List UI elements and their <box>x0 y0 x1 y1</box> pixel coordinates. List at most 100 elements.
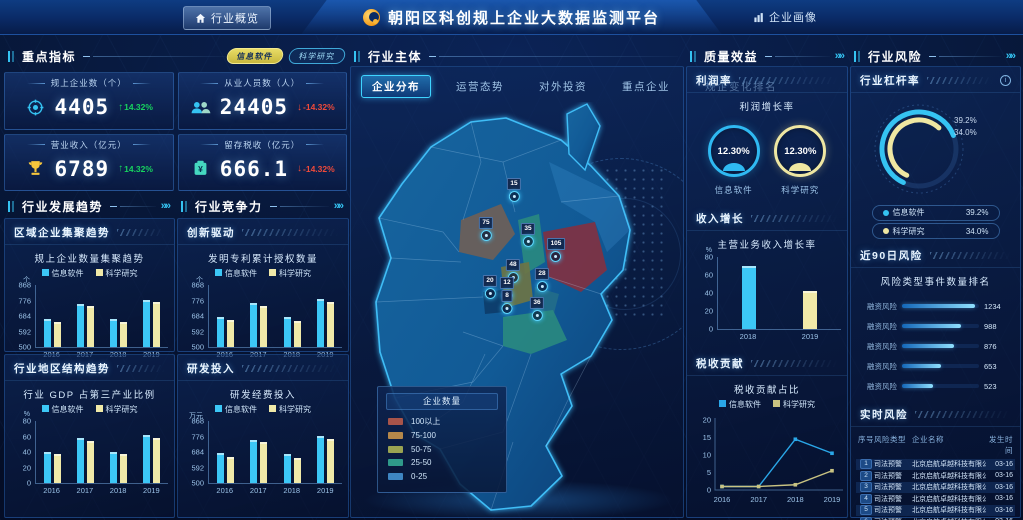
panel-enterprise-map: 企业分布运营态势对外投资重点企业规企变化排名 <box>350 66 684 518</box>
svg-text:2017: 2017 <box>750 495 767 504</box>
map-marker[interactable]: 36 <box>530 297 544 321</box>
chart-patents: 发明专利累计授权数量信息软件科学研究个868776684592500201620… <box>178 245 348 359</box>
y-tick-label: 80 <box>705 253 713 261</box>
chart-title: 行业 GDP 占第三产业比例 <box>11 387 168 401</box>
chart-tax-contribution: 税收贡献占比信息软件科学研究 20151050%2016201720182019 <box>687 376 847 511</box>
hatch-decoration-icon <box>242 229 339 236</box>
kpi-card-label: 从业人员数（人） <box>185 77 341 89</box>
bar <box>217 453 224 483</box>
map-legend-item: 25-50 <box>388 458 496 467</box>
leverage-gauge: 39.2%34.0%信息软件39.2%科学研究34.0% <box>857 93 1014 242</box>
info-icon[interactable] <box>1000 75 1011 86</box>
tab-运营态势[interactable]: 运营态势 <box>446 76 514 97</box>
time-cell: 03-16 <box>986 484 1013 491</box>
section-ornament-icon <box>854 51 862 62</box>
legend-swatch-icon <box>96 405 103 412</box>
map-marker[interactable]: 105 <box>547 238 565 262</box>
bar-group <box>102 319 135 347</box>
kpi-card-label: 规上企业数（个） <box>11 77 167 89</box>
map-marker[interactable]: 35 <box>521 223 535 247</box>
donut-label: 科学研究 <box>781 184 819 196</box>
section-ornament-icon <box>690 51 698 62</box>
tab-企业分布[interactable]: 企业分布 <box>361 75 431 98</box>
section-header-quality: 质量效益 <box>690 46 846 66</box>
chart-legend: 信息软件科学研究 <box>184 268 342 279</box>
chart-legend: 信息软件科学研究 <box>693 399 841 410</box>
x-tick-label: 2019 <box>779 330 841 341</box>
expand-icon[interactable] <box>334 200 345 212</box>
chart-title: 税收贡献占比 <box>693 382 841 396</box>
map-marker[interactable]: 20 <box>483 275 497 299</box>
recent-risk-section: 近90日风险 风险类型事件数量排名融资风险1234融资风险988融资风险876融… <box>851 242 1020 401</box>
map-marker[interactable]: 15 <box>507 178 521 202</box>
table-header-row: 序号风险类型企业名称发生时间 <box>856 431 1015 459</box>
section-line <box>83 56 227 57</box>
hbar-fill <box>902 304 975 308</box>
map-marker[interactable]: 8 <box>502 290 513 314</box>
kpi-filter-inactive[interactable]: 科学研究 <box>287 48 346 64</box>
map-legend-item: 50-75 <box>388 445 496 454</box>
chart-title: 主营业务收入增长率 <box>693 237 841 251</box>
nav-industry-overview[interactable]: 行业概览 <box>183 6 271 30</box>
map-marker[interactable]: 75 <box>479 217 493 241</box>
expand-icon[interactable] <box>1006 50 1017 62</box>
expand-icon[interactable] <box>835 50 846 62</box>
panel-rd-investment: 研发投入 研发经费投入信息软件科学研究万元8687766845925002016… <box>177 354 349 518</box>
arrow-down-icon: ↓ <box>297 102 302 113</box>
bar-group <box>209 453 242 483</box>
table-header-cell: 发生时间 <box>986 434 1013 456</box>
bar-group <box>718 266 780 329</box>
y-tick-label: 500 <box>18 343 31 351</box>
chart-legend: 信息软件科学研究 <box>11 404 168 415</box>
nav-label: 行业概览 <box>211 10 259 26</box>
bar <box>327 302 334 347</box>
map-marker[interactable]: 28 <box>535 268 549 292</box>
panel-subheader: 行业地区结构趋势 <box>5 355 174 381</box>
panel-subtitle: 税收贡献 <box>696 356 744 371</box>
panel-subheader: 区域企业集聚趋势 <box>5 219 174 245</box>
kpi-card-delta-value: 14.32% <box>124 164 153 174</box>
hatch-decoration-icon <box>739 77 838 84</box>
panel-subheader: 收入增长 <box>687 205 847 231</box>
legend-swatch-icon <box>269 269 276 276</box>
time-cell: 03-16 <box>986 461 1013 468</box>
x-tick-label: 2016 <box>208 484 242 495</box>
tab-重点企业[interactable]: 重点企业 <box>612 76 680 97</box>
hatch-decoration-icon <box>117 365 165 372</box>
kpi-filter-group: 信息软件科学研究 <box>227 48 345 64</box>
y-tick-label: 0 <box>709 325 713 333</box>
legend-swatch-icon <box>388 446 403 453</box>
bar <box>44 319 51 347</box>
expand-icon[interactable] <box>161 200 172 212</box>
legend-swatch-icon <box>42 269 49 276</box>
hatch-decoration-icon <box>927 77 993 84</box>
marker-value: 15 <box>507 178 521 190</box>
y-axis: %806040200 <box>11 421 35 483</box>
income-section: 收入增长 主营业务收入增长率%80604020020182019 <box>687 205 847 341</box>
line-plot: 20151050%2016201720182019 <box>693 414 847 506</box>
bar <box>284 454 291 483</box>
app-title-bar: 朝阳区科创规上企业大数据监测平台 <box>302 0 722 34</box>
nav-enterprise-portrait[interactable]: 企业画像 <box>742 6 828 28</box>
legend-label: 100以上 <box>411 416 440 427</box>
legend-item: 科学研究 <box>269 404 311 415</box>
y-tick-label: 684 <box>191 448 204 456</box>
bar-group <box>209 317 242 347</box>
y-tick-label: 20 <box>705 307 713 315</box>
y-tick-label: 20 <box>23 464 31 472</box>
legend-swatch-icon <box>719 400 726 407</box>
table-body: 1司法预警北京启航卓越科技有限公司03-162司法预警北京启航卓越科技有限公司0… <box>856 459 1015 520</box>
hatch-decoration-icon <box>242 365 339 372</box>
tab-对外投资[interactable]: 对外投资 <box>529 76 597 97</box>
marker-value: 8 <box>502 290 513 302</box>
section-title: 行业竞争力 <box>195 198 263 215</box>
hbar-track <box>902 364 979 368</box>
kpi-filter-active[interactable]: 信息软件 <box>225 48 284 64</box>
x-tick-label: 2018 <box>275 484 309 495</box>
chart-rd-spending: 研发经费投入信息软件科学研究万元868776684592500201620172… <box>178 381 348 517</box>
chart-legend: 信息软件科学研究 <box>184 404 342 415</box>
bar <box>317 436 324 483</box>
x-tick-label: 2019 <box>309 484 343 495</box>
bar <box>317 299 324 347</box>
app-header: 行业概览 朝阳区科创规上企业大数据监测平台 企业画像 <box>0 0 1023 35</box>
